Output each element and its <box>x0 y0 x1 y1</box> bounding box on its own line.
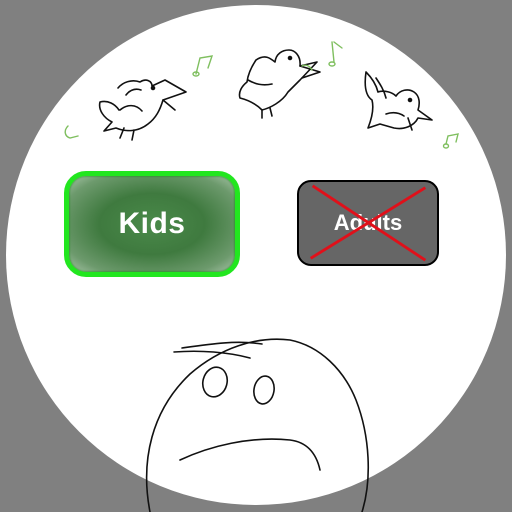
kids-button[interactable]: Kids <box>64 171 240 277</box>
app-screen: Kids Adults <box>0 0 512 512</box>
bird-icon-middle <box>238 49 321 119</box>
cross-out-icon <box>309 184 427 262</box>
bird-icon-right <box>364 71 433 131</box>
sad-face-icon <box>145 338 369 512</box>
kids-button-label: Kids <box>118 207 186 240</box>
bird-icon-left <box>98 79 187 141</box>
adults-button[interactable]: Adults <box>297 180 439 266</box>
